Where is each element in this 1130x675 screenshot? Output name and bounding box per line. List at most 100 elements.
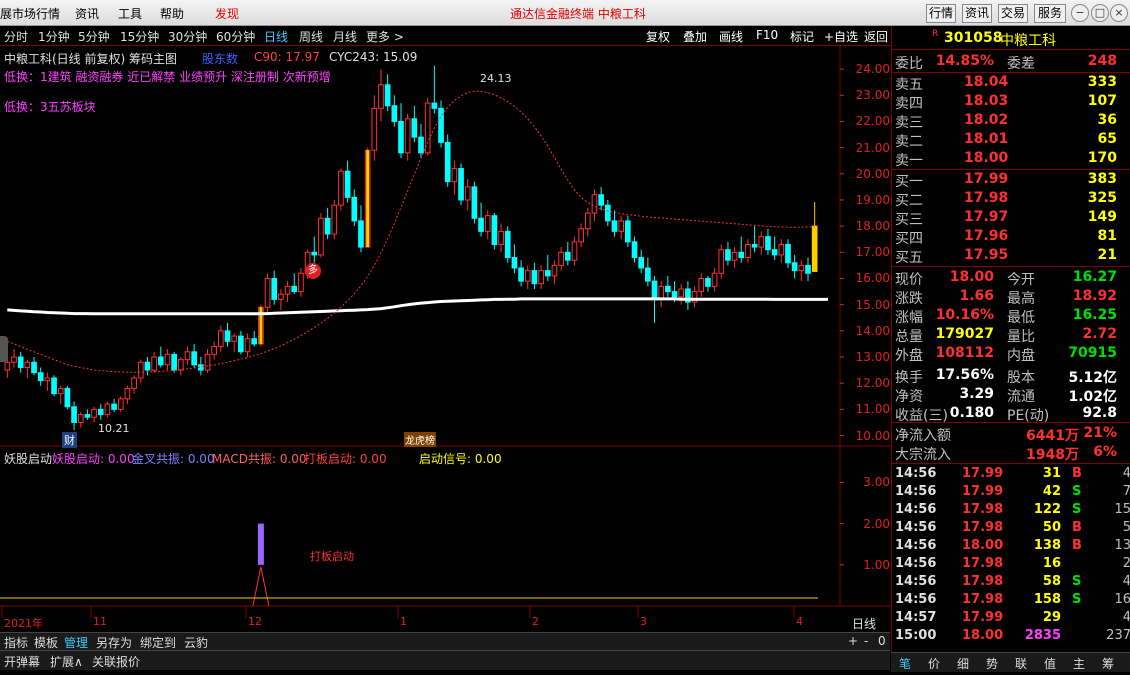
news-button[interactable]: 资讯 [962, 4, 992, 23]
stat-label-2: 量比 [1007, 329, 1035, 345]
menu-market[interactable]: 展市场行情 [0, 5, 60, 22]
draw-line-button[interactable]: 画线 [719, 28, 743, 45]
candle [578, 228, 584, 243]
mark-button[interactable]: 标记 [790, 28, 814, 45]
low-label: 10.21 [98, 422, 130, 435]
date-tick-label: 12 [248, 615, 262, 628]
candle [518, 267, 524, 282]
cyc-value: CYC243: 15.09 [329, 50, 418, 64]
candle [344, 170, 351, 198]
quote-tab[interactable]: 值 [1044, 655, 1056, 672]
tab-weekly[interactable]: 周线 [299, 28, 323, 45]
tab-save-as[interactable]: 另存为 [96, 634, 132, 651]
expand-button[interactable]: 扩展∧ [50, 653, 83, 670]
stat-label-2: 今开 [1007, 272, 1035, 288]
service-button[interactable]: 服务 [1034, 4, 1066, 23]
close-icon[interactable]: × [1110, 4, 1128, 22]
bid-row-price: 17.98 [964, 190, 1009, 206]
tab-15min[interactable]: 15分钟 [120, 28, 159, 45]
zoom-reset-button[interactable]: 0 [878, 634, 886, 648]
tick-price: 17.98 [962, 574, 1004, 589]
quote-tab[interactable]: 联 [1015, 655, 1027, 672]
ask-row: 卖二 18.01 65 [892, 131, 1117, 150]
indicator-value-4: 启动信号: 0.00 [419, 452, 502, 466]
tab-monthly[interactable]: 月线 [333, 28, 357, 45]
maximize-icon[interactable]: □ [1091, 4, 1109, 22]
quote-tab[interactable]: 细 [957, 655, 969, 672]
tab-bind-to[interactable]: 绑定到 [140, 634, 176, 651]
date-tick-label: 3 [640, 615, 647, 628]
indicator-tick-label: 1.00 [863, 557, 890, 572]
ask-row: 卖五 18.04 333 [892, 74, 1117, 93]
tick-row: 15:00 18.00 2835 237 [892, 628, 1130, 646]
add-watchlist-button[interactable]: +自选 [824, 28, 858, 45]
candle [11, 356, 17, 363]
tab-indicator[interactable]: 指标 [4, 634, 28, 651]
menu-news[interactable]: 资讯 [75, 5, 99, 22]
tab-1min[interactable]: 1分钟 [38, 28, 70, 45]
quote-tab[interactable]: 筹 [1102, 655, 1114, 672]
kline-chart[interactable]: 中粮工科(日线 前复权) 筹码主图 股东数 C90: 17.97 CYC243:… [0, 46, 890, 632]
tab-more[interactable]: 更多 > [366, 28, 404, 45]
shareholder-badge[interactable]: 股东数 [202, 50, 238, 67]
danmaku-button[interactable]: 开弹幕 [4, 653, 40, 670]
candle [785, 243, 791, 264]
stat-value: 10.16% [935, 307, 994, 323]
stat-value-2: 70915 [1068, 345, 1117, 361]
menu-help[interactable]: 帮助 [160, 5, 184, 22]
candle [84, 414, 91, 418]
candle [137, 361, 144, 379]
tab-60min[interactable]: 60分钟 [216, 28, 255, 45]
zoom-out-button[interactable]: - [864, 634, 868, 648]
dragon-tiger-marker[interactable]: 龙虎榜 [404, 432, 436, 447]
tab-daily[interactable]: 日线 [264, 28, 288, 45]
candle [164, 353, 171, 366]
candle [424, 102, 431, 154]
tab-template[interactable]: 模板 [34, 634, 58, 651]
tick-time: 14:56 [895, 538, 937, 553]
tick-time: 14:57 [895, 610, 937, 625]
candle [544, 270, 551, 277]
tab-30min[interactable]: 30分钟 [168, 28, 207, 45]
candle [651, 280, 658, 300]
related-quote-button[interactable]: 关联报价 [92, 653, 140, 670]
tab-yunbao[interactable]: 云豹 [184, 634, 208, 651]
restore-rights-button[interactable]: 复权 [646, 28, 670, 45]
weicha-value: 248 [1087, 53, 1117, 69]
quote-tab[interactable]: 笔 [899, 655, 911, 672]
minimize-icon[interactable]: − [1071, 4, 1089, 22]
quote-button[interactable]: 行情 [926, 4, 956, 23]
duo-signal-marker[interactable]: 多 [305, 263, 321, 279]
menu-discover[interactable]: 发现 [215, 5, 239, 22]
expand-handle[interactable] [0, 336, 8, 362]
bid-row-price: 17.97 [964, 209, 1009, 225]
finance-marker[interactable]: 财 [62, 432, 77, 448]
stat-value: 1.66 [959, 288, 994, 304]
stat-value: 17.56% [935, 367, 994, 383]
f10-button[interactable]: F10 [756, 28, 778, 42]
bid-row-volume: 325 [1087, 190, 1117, 206]
tab-fenshi[interactable]: 分时 [4, 28, 28, 45]
ask-row: 卖四 18.03 107 [892, 93, 1117, 112]
flow-label: 大宗流入 [895, 447, 951, 463]
back-button[interactable]: 返回 [864, 28, 888, 45]
overlay-button[interactable]: 叠加 [683, 28, 707, 45]
candle [338, 170, 344, 206]
tick-price: 17.98 [962, 502, 1004, 517]
trade-button[interactable]: 交易 [998, 4, 1028, 23]
tick-time: 14:56 [895, 556, 937, 571]
quote-tab[interactable]: 价 [928, 655, 940, 672]
zoom-in-button[interactable]: + [848, 634, 858, 648]
menu-tools[interactable]: 工具 [118, 5, 142, 22]
quote-tab[interactable]: 主 [1073, 655, 1085, 672]
date-tick-label: 11 [93, 615, 107, 628]
bid-row-volume: 383 [1087, 171, 1117, 187]
quote-tab[interactable]: 势 [986, 655, 998, 672]
bid-row-price: 17.95 [964, 247, 1009, 263]
tab-5min[interactable]: 5分钟 [78, 28, 110, 45]
quote-tabs: 笔价细势联值主筹 [891, 652, 1130, 672]
stat-value-2: 1.02亿 [1068, 389, 1117, 405]
candle [351, 196, 358, 222]
tab-manage[interactable]: 管理 [64, 634, 88, 651]
tick-time: 14:56 [895, 484, 937, 499]
